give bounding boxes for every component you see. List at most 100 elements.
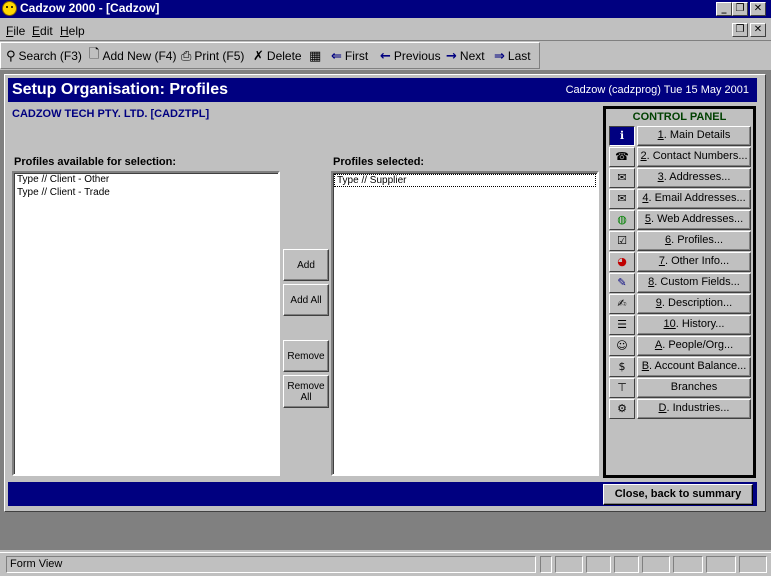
mdi-close-button[interactable]: ✕ bbox=[750, 23, 766, 37]
note-icon[interactable]: ✍ bbox=[609, 294, 635, 314]
selected-profiles-list[interactable]: Type // Supplier bbox=[331, 171, 599, 476]
smiley-app-icon[interactable] bbox=[2, 1, 17, 16]
control-panel-row: ✎ 8. Custom Fields... bbox=[609, 273, 751, 293]
control-panel-row: ☑ 6. Profiles... bbox=[609, 231, 751, 251]
available-profiles-label: Profiles available for selection: bbox=[14, 156, 177, 168]
profile-icon[interactable]: ☑ bbox=[609, 231, 635, 251]
control-panel-row: ☎ 2. Contact Numbers... bbox=[609, 147, 751, 167]
chart-icon[interactable]: ◕ bbox=[609, 252, 635, 272]
control-panel-row: ◍ 5. Web Addresses... bbox=[609, 210, 751, 230]
status-bar: Form View bbox=[0, 552, 771, 576]
calculator-button[interactable]: ▦ bbox=[309, 48, 324, 64]
control-panel-button-6[interactable]: 6. Profiles... bbox=[637, 231, 751, 251]
control-panel-button-8[interactable]: 8. Custom Fields... bbox=[637, 273, 751, 293]
control-panel-row: ◕ 7. Other Info... bbox=[609, 252, 751, 272]
status-text: Form View bbox=[6, 556, 536, 573]
list-item[interactable]: Type // Supplier bbox=[334, 174, 596, 187]
toolbar: ⚲ Search (F3) 🗋 Add New (F4) ⎙ Print (F5) ✗… bbox=[0, 42, 540, 69]
first-arrow-icon: ⇐ bbox=[331, 48, 342, 64]
add-button[interactable]: Add bbox=[283, 249, 329, 281]
menu-bar: File Edit Help ❐ ✕ bbox=[0, 20, 771, 41]
list-icon[interactable]: ☰ bbox=[609, 315, 635, 335]
info-icon[interactable]: ℹ bbox=[609, 126, 635, 146]
remove-all-button[interactable]: Remove All bbox=[283, 375, 329, 408]
control-panel-row: $ B. Account Balance... bbox=[609, 357, 751, 377]
phone-icon[interactable]: ☎ bbox=[609, 147, 635, 167]
control-panel-row: ☰ 10. History... bbox=[609, 315, 751, 335]
control-panel-button-b[interactable]: B. Account Balance... bbox=[637, 357, 751, 377]
control-panel-row: ☺ A. People/Org... bbox=[609, 336, 751, 356]
next-button[interactable]: → Next bbox=[446, 48, 485, 64]
menu-edit[interactable]: Edit bbox=[32, 24, 53, 38]
control-panel-row: ✍ 9. Description... bbox=[609, 294, 751, 314]
title-bar: Cadzow 2000 - [Cadzow] _ ❐ ✕ bbox=[0, 0, 771, 18]
envelope-icon[interactable]: ✉ bbox=[609, 168, 635, 188]
close-back-to-summary-button[interactable]: Close, back to summary bbox=[603, 484, 753, 505]
list-item[interactable]: Type // Client - Trade bbox=[14, 186, 278, 199]
control-panel: CONTROL PANEL ℹ 1. Main Details ☎ 2. Contac… bbox=[603, 106, 756, 478]
last-arrow-icon: ⇒ bbox=[494, 48, 505, 64]
window-title: Cadzow 2000 - [Cadzow] bbox=[20, 1, 160, 15]
control-panel-button-d[interactable]: D. Industries... bbox=[637, 399, 751, 419]
first-button[interactable]: ⇐ First bbox=[331, 48, 368, 64]
delete-button[interactable]: ✗ Delete bbox=[253, 48, 302, 64]
print-button[interactable]: ⎙ Print (F5) bbox=[181, 48, 244, 64]
status-panel bbox=[642, 556, 670, 573]
close-window-button[interactable]: ✕ bbox=[750, 2, 766, 16]
control-panel-row: ✉ 3. Addresses... bbox=[609, 168, 751, 188]
pen-icon[interactable]: ✎ bbox=[609, 273, 635, 293]
restore-button[interactable]: ❐ bbox=[732, 2, 748, 16]
control-panel-button-10[interactable]: 10. History... bbox=[637, 315, 751, 335]
tree-icon[interactable]: ⊤ bbox=[609, 378, 635, 398]
control-panel-row: ⊤ Branches bbox=[609, 378, 751, 398]
status-panel bbox=[540, 556, 552, 573]
delete-x-icon: ✗ bbox=[253, 48, 264, 64]
control-panel-row: ℹ 1. Main Details bbox=[609, 126, 751, 146]
control-panel-button-5[interactable]: 5. Web Addresses... bbox=[637, 210, 751, 230]
control-panel-button-a[interactable]: A. People/Org... bbox=[637, 336, 751, 356]
gears-icon[interactable]: ⚙ bbox=[609, 399, 635, 419]
menu-help[interactable]: Help bbox=[60, 24, 85, 38]
form-header: Setup Organisation: Profiles Cadzow (cad… bbox=[8, 78, 757, 102]
control-panel-button-2[interactable]: 2. Contact Numbers... bbox=[637, 147, 751, 167]
control-panel-button-9[interactable]: 9. Description... bbox=[637, 294, 751, 314]
control-panel-row: ✉ 4. Email Addresses... bbox=[609, 189, 751, 209]
selected-profiles-label: Profiles selected: bbox=[333, 156, 425, 168]
next-arrow-icon: → bbox=[446, 48, 457, 64]
control-panel-button-7[interactable]: 7. Other Info... bbox=[637, 252, 751, 272]
session-info: Cadzow (cadzprog) Tue 15 May 2001 bbox=[565, 84, 749, 96]
add-all-button[interactable]: Add All bbox=[283, 284, 329, 316]
page-title: Setup Organisation: Profiles bbox=[12, 81, 229, 98]
mdi-restore-button[interactable]: ❐ bbox=[732, 23, 748, 37]
binoculars-icon: ⚲ bbox=[6, 48, 16, 64]
search-button[interactable]: ⚲ Search (F3) bbox=[6, 48, 82, 64]
new-document-icon: 🗋 bbox=[89, 47, 100, 62]
printer-icon: ⎙ bbox=[181, 48, 192, 64]
last-button[interactable]: ⇒ Last bbox=[494, 48, 531, 64]
organisation-name: CADZOW TECH PTY. LTD. [CADZTPL] bbox=[12, 108, 210, 120]
dollar-icon[interactable]: $ bbox=[609, 357, 635, 377]
status-panel bbox=[739, 556, 767, 573]
available-profiles-list[interactable]: Type // Client - Other Type // Client - … bbox=[12, 171, 280, 476]
status-panel bbox=[673, 556, 703, 573]
control-panel-button-3[interactable]: 3. Addresses... bbox=[637, 168, 751, 188]
control-panel-row: ⚙ D. Industries... bbox=[609, 399, 751, 419]
globe-icon[interactable]: ◍ bbox=[609, 210, 635, 230]
minimize-button[interactable]: _ bbox=[716, 2, 732, 16]
control-panel-button-branches[interactable]: Branches bbox=[637, 378, 751, 398]
previous-button[interactable]: ← Previous bbox=[380, 48, 441, 64]
status-panel bbox=[706, 556, 736, 573]
email-icon[interactable]: ✉ bbox=[609, 189, 635, 209]
status-panel bbox=[586, 556, 611, 573]
list-item[interactable]: Type // Client - Other bbox=[14, 173, 278, 186]
status-panel bbox=[555, 556, 583, 573]
control-panel-button-1[interactable]: 1. Main Details bbox=[637, 126, 751, 146]
control-panel-button-4[interactable]: 4. Email Addresses... bbox=[637, 189, 751, 209]
remove-button[interactable]: Remove bbox=[283, 340, 329, 372]
calculator-icon: ▦ bbox=[309, 48, 322, 64]
menu-file[interactable]: File bbox=[6, 24, 25, 38]
previous-arrow-icon: ← bbox=[380, 48, 391, 64]
add-new-button[interactable]: 🗋 Add New (F4) bbox=[89, 47, 176, 64]
status-panel bbox=[614, 556, 639, 573]
people-icon[interactable]: ☺ bbox=[609, 336, 635, 356]
